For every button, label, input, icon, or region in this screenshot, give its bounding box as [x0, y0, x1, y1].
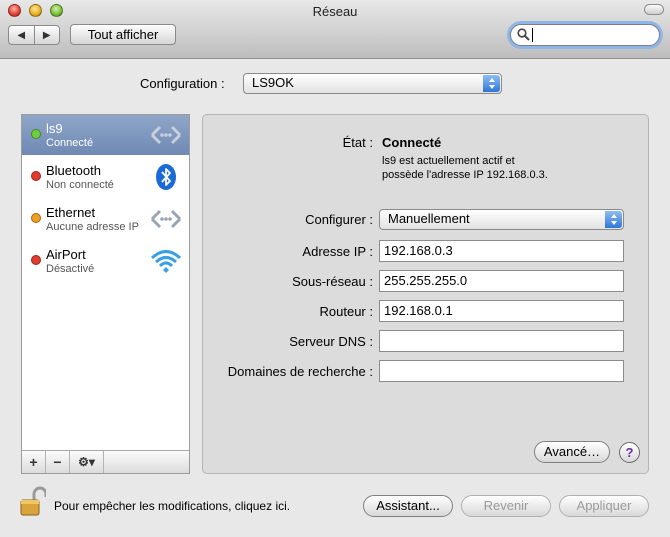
router-label: Routeur : — [319, 304, 373, 319]
ethernet-icon — [150, 209, 182, 229]
apply-button[interactable]: Appliquer — [559, 495, 649, 517]
remove-service-button[interactable]: − — [46, 451, 70, 473]
state-label: État : — [342, 135, 373, 150]
search-icon — [517, 28, 530, 41]
status-dot — [31, 213, 41, 223]
toolbar-toggle-button[interactable] — [644, 4, 664, 15]
service-name: AirPort — [46, 247, 86, 262]
lock-message: Pour empêcher les modifications, cliquez… — [54, 499, 291, 513]
popup-arrows-icon — [605, 211, 622, 228]
configuration-value: LS9OK — [252, 75, 294, 90]
back-forward-control: ◀ ▶ — [8, 25, 60, 45]
gear-icon[interactable]: ⚙▾ — [70, 451, 104, 473]
services-action-bar: + − ⚙▾ — [22, 450, 189, 473]
network-preferences-window: Réseau ◀ ▶ Tout afficher Configuration :… — [0, 0, 670, 537]
title-bar: Réseau ◀ ▶ Tout afficher — [0, 0, 670, 59]
status-dot — [31, 171, 41, 181]
add-service-button[interactable]: + — [22, 451, 46, 473]
ip-address-field[interactable]: 192.168.0.3 — [379, 240, 624, 262]
text-cursor — [532, 28, 533, 42]
service-detail-panel: État : Connecté ls9 est actuellement act… — [202, 114, 649, 474]
state-description-line2: possède l'adresse IP 192.168.0.3. — [382, 169, 548, 181]
help-button[interactable]: ? — [619, 442, 640, 463]
dns-server-field[interactable] — [379, 330, 624, 352]
service-status: Non connecté — [46, 179, 114, 191]
search-field[interactable] — [510, 24, 660, 46]
service-item-ethernet[interactable]: Ethernet Aucune adresse IP — [22, 199, 189, 239]
service-item-bluetooth[interactable]: Bluetooth Non connecté — [22, 157, 189, 197]
service-name: ls9 — [46, 121, 63, 136]
dns-server-label: Serveur DNS : — [289, 334, 373, 349]
ip-address-label: Adresse IP : — [302, 244, 373, 259]
forward-button[interactable]: ▶ — [33, 26, 60, 44]
status-dot — [31, 129, 41, 139]
back-button[interactable]: ◀ — [9, 26, 34, 44]
configuration-label: Configuration : — [140, 76, 225, 91]
show-all-button[interactable]: Tout afficher — [70, 24, 176, 45]
ethernet-icon — [150, 125, 182, 145]
state-description-line1: ls9 est actuellement actif et — [382, 155, 515, 167]
configuration-popup[interactable]: LS9OK — [243, 73, 502, 94]
wifi-icon — [150, 250, 182, 273]
search-domains-field[interactable] — [379, 360, 624, 382]
assistant-button[interactable]: Assistant... — [363, 495, 453, 517]
service-name: Ethernet — [46, 205, 96, 220]
configure-value: Manuellement — [388, 211, 470, 226]
status-dot — [31, 255, 41, 265]
service-status: Désactivé — [46, 263, 95, 275]
window-title: Réseau — [312, 4, 358, 19]
subnet-label: Sous-réseau : — [292, 274, 373, 289]
service-item-airport[interactable]: AirPort Désactivé — [22, 241, 189, 281]
service-status: Aucune adresse IP — [46, 221, 139, 233]
service-status: Connecté — [46, 137, 94, 149]
services-list: ls9 Connecté Bluetooth Non connecté Ethe… — [21, 114, 190, 474]
bluetooth-icon — [156, 164, 176, 190]
configure-label: Configurer : — [305, 212, 373, 227]
service-name: Bluetooth — [46, 163, 101, 178]
popup-arrows-icon — [483, 75, 500, 92]
lock-icon[interactable] — [20, 486, 46, 518]
configure-popup[interactable]: Manuellement — [379, 209, 624, 230]
service-item-ls9[interactable]: ls9 Connecté — [22, 115, 189, 155]
router-field[interactable]: 192.168.0.1 — [379, 300, 624, 322]
search-domains-label: Domaines de recherche : — [227, 364, 373, 379]
advanced-button[interactable]: Avancé… — [534, 441, 610, 463]
subnet-field[interactable]: 255.255.255.0 — [379, 270, 624, 292]
revert-button[interactable]: Revenir — [461, 495, 551, 517]
state-value: Connecté — [382, 135, 442, 150]
